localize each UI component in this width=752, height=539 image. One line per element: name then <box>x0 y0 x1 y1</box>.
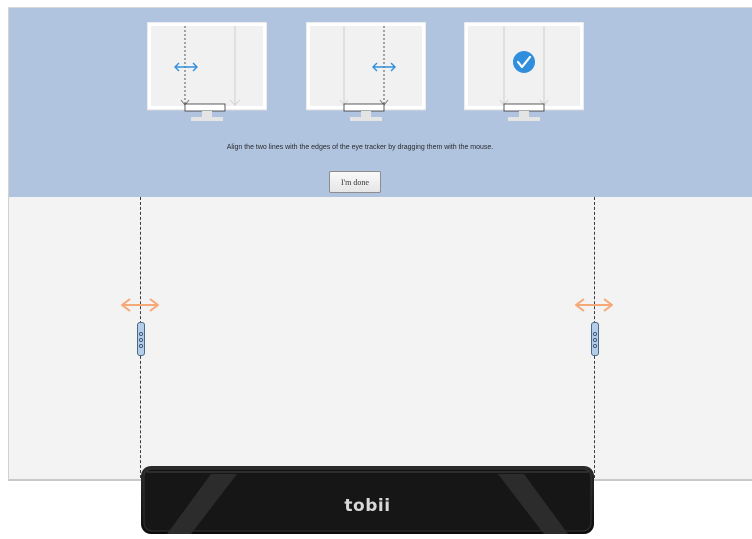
right-line-drag-handle[interactable] <box>591 322 599 356</box>
right-drag-arrows-icon <box>575 298 613 312</box>
instruction-text: Align the two lines with the edges of th… <box>226 144 494 151</box>
left-drag-arrows-icon <box>121 298 159 312</box>
left-line-drag-handle[interactable] <box>137 322 145 356</box>
instruction-panel: Align the two lines with the edges of th… <box>9 8 752 197</box>
done-button[interactable]: I'm done <box>329 171 381 193</box>
adjust-right-line-step-icon <box>306 22 426 121</box>
eye-tracker-device: tobii <box>141 466 594 534</box>
adjust-left-line-step-icon <box>147 22 267 121</box>
aligned-check-step-icon <box>464 22 584 121</box>
tracker-brand-logo: tobii <box>344 496 391 516</box>
